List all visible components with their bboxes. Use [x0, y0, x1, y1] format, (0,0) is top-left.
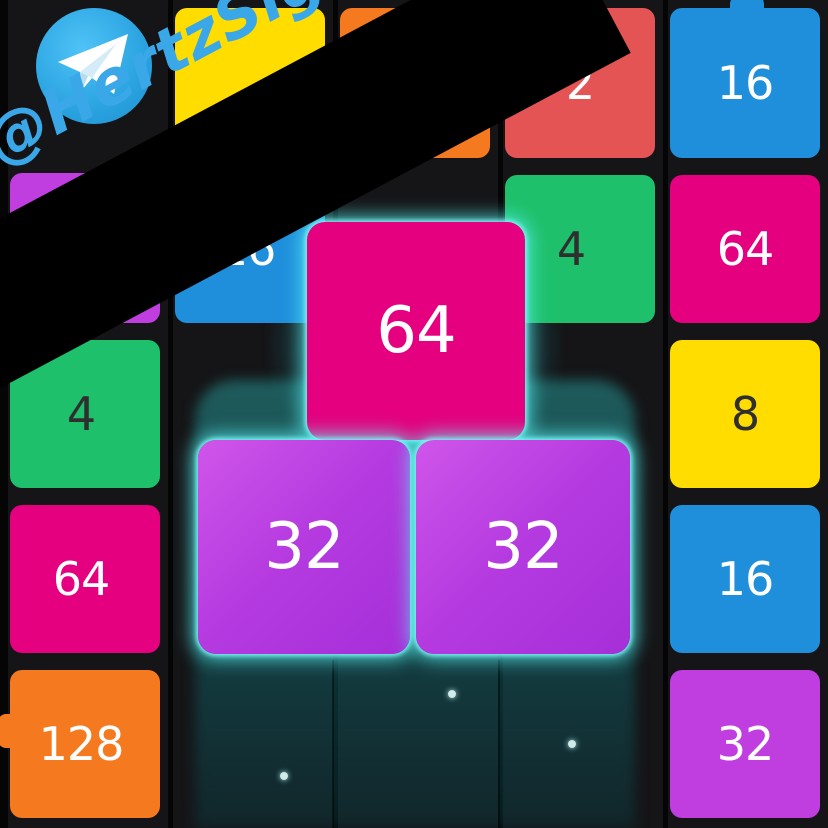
game-board: 128 2 16 2 16 4 64 4 8 64 16 128 32 64 — [0, 0, 828, 828]
tile-value: 64 — [376, 294, 456, 368]
tile-value: 16 — [716, 56, 775, 110]
number-tile: 16 — [670, 0, 820, 158]
tile-value: 32 — [264, 510, 344, 584]
number-tile: 64 — [670, 175, 820, 323]
tile-value: 64 — [716, 222, 775, 276]
active-tile-64[interactable]: 64 — [307, 222, 525, 440]
tile-value: 4 — [556, 222, 586, 276]
tile-value: 4 — [66, 387, 96, 441]
number-tile: 64 — [10, 505, 160, 653]
number-tile: 128 — [0, 670, 160, 818]
number-tile: 8 — [670, 340, 820, 488]
active-tile-32-left[interactable]: 32 — [198, 440, 410, 654]
number-tile: 16 — [670, 505, 820, 653]
tile-value: 16 — [716, 552, 775, 606]
tile-value: 32 — [716, 717, 775, 771]
active-tile-32-right[interactable]: 32 — [416, 440, 630, 654]
lane-divider — [498, 660, 500, 828]
tile-value: 128 — [38, 717, 125, 771]
lane-divider — [332, 660, 334, 828]
number-tile: 32 — [670, 670, 820, 818]
tile-value: 8 — [730, 387, 760, 441]
sparkle-icon — [448, 690, 456, 698]
tile-value: 32 — [483, 510, 563, 584]
sparkle-icon — [568, 740, 576, 748]
tile-value: 64 — [52, 552, 111, 606]
number-tile: 4 — [505, 175, 655, 323]
sparkle-icon — [280, 772, 288, 780]
